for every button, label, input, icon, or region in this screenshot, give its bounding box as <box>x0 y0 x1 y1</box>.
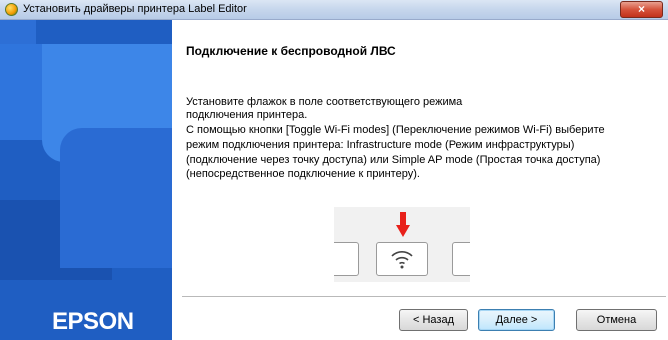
instruction-line: (непосредственное подключение к принтеру… <box>186 168 420 180</box>
printer-panel-illustration <box>334 207 470 282</box>
banner-decoration <box>0 20 36 46</box>
instruction-line: режим подключения принтера: Infrastructu… <box>186 139 575 151</box>
page-heading: Подключение к беспроводной ЛВС <box>186 44 396 58</box>
instruction-line: подключения принтера. <box>186 109 308 121</box>
sidebar-banner: EPSON <box>0 20 172 340</box>
panel-key <box>452 242 470 276</box>
brand-logo: EPSON <box>52 308 134 335</box>
wifi-icon <box>391 251 413 269</box>
close-icon: × <box>637 2 645 16</box>
app-icon <box>5 3 18 16</box>
title-bar[interactable]: Установить драйверы принтера Label Edito… <box>0 0 668 20</box>
banner-decoration <box>60 128 172 268</box>
installer-window: Установить драйверы принтера Label Edito… <box>0 0 668 340</box>
instruction-line: С помощью кнопки [Toggle Wi-Fi modes] (П… <box>186 124 605 136</box>
cancel-button[interactable]: Отмена <box>576 309 657 331</box>
instruction-line: (подключение через точку доступа) или Si… <box>186 154 601 166</box>
back-button[interactable]: < Назад <box>399 309 468 331</box>
down-arrow-icon <box>396 212 410 237</box>
next-button[interactable]: Далее > <box>478 309 555 331</box>
window-title: Установить драйверы принтера Label Edito… <box>23 3 247 15</box>
footer-divider <box>182 296 666 297</box>
instruction-line: Установите флажок в поле соответствующег… <box>186 96 463 108</box>
panel-key <box>334 242 359 276</box>
close-button[interactable]: × <box>620 1 663 18</box>
